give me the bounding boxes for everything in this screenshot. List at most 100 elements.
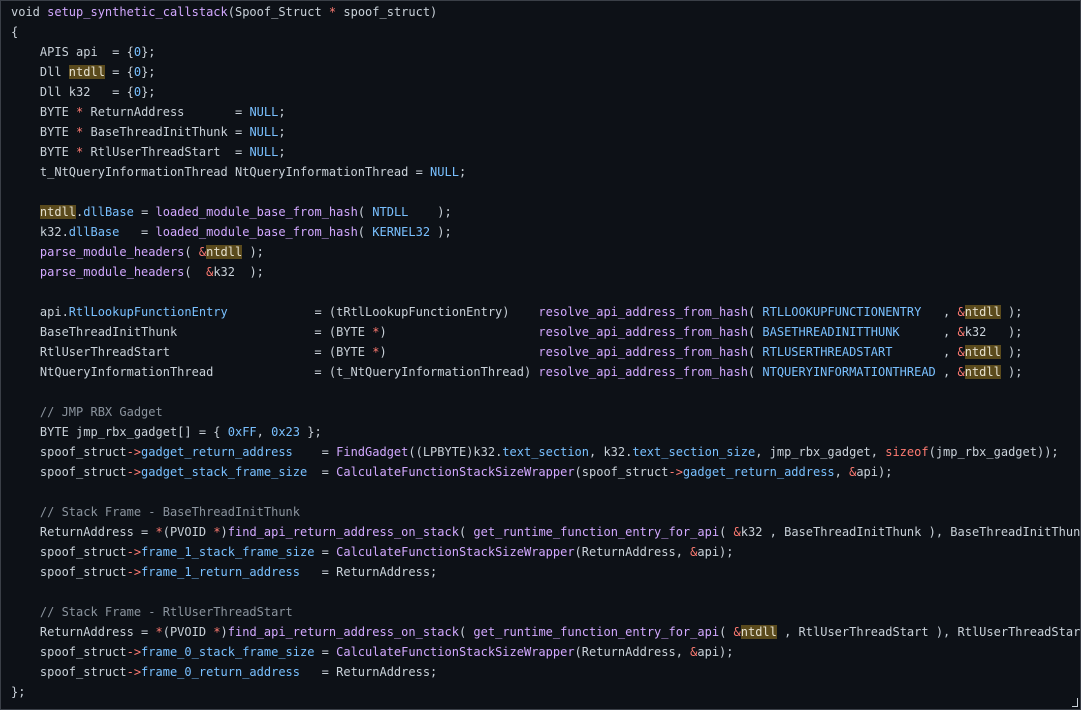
code-line[interactable]: t_NtQueryInformationThread NtQueryInform… bbox=[11, 162, 1080, 182]
identifier-token: gadget_return_address bbox=[682, 465, 835, 479]
code-text: = ReturnAddress; bbox=[300, 665, 438, 679]
operator-token: -> bbox=[126, 545, 142, 559]
identifier-token: NULL bbox=[249, 125, 279, 139]
code-text: ) bbox=[220, 625, 228, 639]
code-text: APIS api = { bbox=[11, 45, 134, 59]
operator-token: * bbox=[213, 525, 221, 539]
code-text: BYTE bbox=[11, 125, 77, 139]
code-line[interactable]: // JMP RBX Gadget bbox=[11, 402, 1080, 422]
function-token: setup_synthetic_callstack bbox=[47, 5, 228, 19]
code-text: , bbox=[834, 465, 850, 479]
code-line[interactable]: BYTE * ReturnAddress = NULL; bbox=[11, 102, 1080, 122]
code-text: , bbox=[256, 425, 272, 439]
code-line[interactable]: spoof_struct->frame_1_stack_frame_size =… bbox=[11, 542, 1080, 562]
code-text: ( bbox=[747, 345, 763, 359]
code-line[interactable]: void setup_synthetic_callstack(Spoof_Str… bbox=[11, 2, 1080, 22]
code-line[interactable]: spoof_struct->gadget_stack_frame_size = … bbox=[11, 462, 1080, 482]
code-line[interactable] bbox=[11, 382, 1080, 402]
identifier-token: text_section bbox=[502, 445, 589, 459]
function-token: parse_module_headers bbox=[39, 265, 185, 279]
code-line[interactable]: BYTE * RtlUserThreadStart = NULL; bbox=[11, 142, 1080, 162]
identifier-token: gadget_return_address bbox=[141, 445, 293, 459]
code-text: , RtlUserThreadStart ), RtlUserThreadSta… bbox=[776, 625, 1081, 639]
code-line[interactable]: RtlUserThreadStart = (BYTE *) resolve_ap… bbox=[11, 342, 1080, 362]
comment-token: // Stack Frame - BaseThreadInitThunk bbox=[39, 505, 300, 519]
code-text: Dll bbox=[11, 65, 69, 79]
operator-token: & bbox=[957, 325, 965, 339]
code-text: spoof_struct bbox=[11, 645, 127, 659]
function-token: resolve_api_address_from_hash bbox=[538, 365, 748, 379]
code-line[interactable]: spoof_struct->frame_0_return_address = R… bbox=[11, 662, 1080, 682]
code-line[interactable]: ntdll.dllBase = loaded_module_base_from_… bbox=[11, 202, 1080, 222]
code-text: = bbox=[314, 645, 337, 659]
code-line[interactable]: BYTE jmp_rbx_gadget[] = { 0xFF, 0x23 }; bbox=[11, 422, 1080, 442]
code-text: api); bbox=[856, 465, 893, 479]
identifier-token: gadget_stack_frame_size bbox=[141, 465, 308, 479]
identifier-token: 0 bbox=[133, 85, 142, 99]
code-text: , jmp_rbx_gadget, bbox=[755, 445, 886, 459]
code-line[interactable] bbox=[11, 582, 1080, 602]
code-line[interactable]: ReturnAddress = *(PVOID *)find_api_retur… bbox=[11, 522, 1081, 542]
operator-token: & bbox=[957, 345, 965, 359]
operator-token: * bbox=[213, 625, 221, 639]
code-text: ( bbox=[357, 205, 373, 219]
code-line[interactable] bbox=[11, 182, 1080, 202]
code-text: spoof_struct) bbox=[336, 5, 438, 19]
code-text: ReturnAddress = bbox=[11, 525, 156, 539]
code-text: ); bbox=[242, 245, 264, 259]
code-text: ( bbox=[458, 525, 474, 539]
operator-token: * bbox=[155, 625, 163, 639]
code-line[interactable]: BaseThreadInitThunk = (BYTE *) resolve_a… bbox=[11, 322, 1080, 342]
code-line[interactable]: NtQueryInformationThread = (t_NtQueryInf… bbox=[11, 362, 1080, 382]
code-line[interactable]: // Stack Frame - RtlUserThreadStart bbox=[11, 602, 1080, 622]
code-line[interactable]: api.RtlLookupFunctionEntry = (tRtlLookup… bbox=[11, 302, 1080, 322]
code-text: spoof_struct bbox=[11, 665, 127, 679]
code-line[interactable]: parse_module_headers( &ntdll ); bbox=[11, 242, 1080, 262]
code-text: ( bbox=[458, 625, 474, 639]
code-text: = bbox=[307, 465, 337, 479]
code-line[interactable]: Dll k32 = {0}; bbox=[11, 82, 1080, 102]
resize-grip-icon[interactable] bbox=[1072, 698, 1078, 707]
code-line[interactable]: k32.dllBase = loaded_module_base_from_ha… bbox=[11, 222, 1080, 242]
code-text: api); bbox=[697, 545, 734, 559]
code-text: }; bbox=[11, 685, 26, 699]
highlighted-match: ntdll bbox=[964, 305, 1001, 319]
comment-token: // Stack Frame - RtlUserThreadStart bbox=[39, 605, 293, 619]
code-line[interactable]: // Stack Frame - BaseThreadInitThunk bbox=[11, 502, 1080, 522]
code-text: (PVOID bbox=[162, 525, 214, 539]
code-line[interactable]: spoof_struct->gadget_return_address = Fi… bbox=[11, 442, 1080, 462]
code-text: ( bbox=[747, 365, 763, 379]
code-text: }; bbox=[300, 425, 322, 439]
operator-token: & bbox=[957, 365, 965, 379]
code-line[interactable]: BYTE * BaseThreadInitThunk = NULL; bbox=[11, 122, 1080, 142]
code-text: , k32. bbox=[589, 445, 633, 459]
code-line[interactable] bbox=[11, 282, 1080, 302]
code-line[interactable]: ReturnAddress = *(PVOID *)find_api_retur… bbox=[11, 622, 1081, 642]
code-text: ; bbox=[278, 125, 286, 139]
code-text: ( bbox=[719, 525, 734, 539]
code-line[interactable]: spoof_struct->frame_1_return_address = R… bbox=[11, 562, 1080, 582]
operator-token: * bbox=[155, 525, 163, 539]
code-text: }; bbox=[141, 45, 156, 59]
code-line[interactable]: spoof_struct->frame_0_stack_frame_size =… bbox=[11, 642, 1080, 662]
code-editor[interactable]: void setup_synthetic_callstack(Spoof_Str… bbox=[0, 0, 1081, 710]
code-text: , bbox=[935, 365, 958, 379]
code-line[interactable]: }; bbox=[11, 682, 1080, 702]
function-token: resolve_api_address_from_hash bbox=[538, 325, 748, 339]
code-line[interactable]: parse_module_headers( &k32 ); bbox=[11, 262, 1080, 282]
code-line[interactable]: { bbox=[11, 22, 1080, 42]
code-block[interactable]: void setup_synthetic_callstack(Spoof_Str… bbox=[11, 2, 1081, 702]
code-text: (jmp_rbx_gadget)); bbox=[928, 445, 1059, 459]
code-text: ReturnAddress = bbox=[11, 625, 156, 639]
code-text: (Spoof_Struct bbox=[227, 5, 329, 19]
code-text: = bbox=[314, 545, 337, 559]
code-text: k32 , BaseThreadInitThunk ), BaseThreadI… bbox=[740, 525, 1081, 539]
code-line[interactable] bbox=[11, 482, 1080, 502]
operator-token: -> bbox=[126, 645, 142, 659]
code-line[interactable]: Dll ntdll = {0}; bbox=[11, 62, 1080, 82]
comment-token: // JMP RBX Gadget bbox=[39, 405, 163, 419]
code-line[interactable]: APIS api = {0}; bbox=[11, 42, 1080, 62]
highlighted-match: ntdll bbox=[206, 245, 243, 259]
code-text: = bbox=[119, 225, 156, 239]
